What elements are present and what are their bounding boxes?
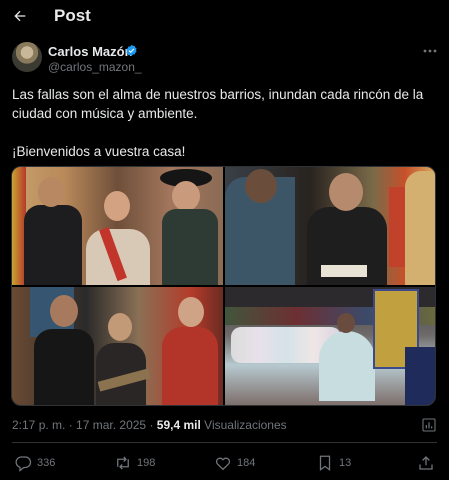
reply-count: 336	[37, 457, 56, 469]
post-date[interactable]: 17 mar. 2025	[76, 418, 146, 432]
divider	[12, 442, 437, 443]
tweet-text: Las fallas son el alma de nuestros barri…	[12, 85, 437, 161]
repost-button[interactable]: 198	[114, 452, 155, 474]
share-icon	[419, 456, 433, 470]
avatar[interactable]	[12, 42, 42, 72]
bookmark-button[interactable]: 13	[316, 452, 351, 474]
views-count: 59,4 mil	[156, 418, 201, 432]
top-bar: Post	[0, 0, 449, 32]
meta-separator: ·	[65, 418, 77, 432]
post-time[interactable]: 2:17 p. m.	[12, 418, 65, 432]
bookmark-count: 13	[339, 457, 352, 469]
back-button[interactable]	[10, 6, 30, 26]
action-bar: 336 198 184 13	[0, 452, 449, 474]
page-title: Post	[54, 6, 91, 25]
more-horizontal-icon	[423, 49, 437, 53]
repost-icon	[117, 456, 129, 470]
post-meta: 2:17 p. m. · 17 mar. 2025 · 59,4 mil Vis…	[12, 418, 287, 432]
tweet-paragraph: Las fallas son el alma de nuestros barri…	[12, 87, 424, 121]
reply-icon	[15, 456, 32, 472]
author-handle[interactable]: @carlos_mazon_	[48, 60, 142, 74]
like-button[interactable]: 184	[214, 452, 255, 474]
analytics-icon[interactable]	[421, 417, 437, 433]
verified-badge-icon	[126, 44, 137, 57]
reply-button[interactable]: 336	[14, 452, 55, 474]
media-grid	[11, 166, 436, 406]
author-name[interactable]: Carlos Mazón	[48, 44, 133, 59]
bookmark-icon	[319, 455, 331, 472]
repost-count: 198	[137, 457, 156, 469]
more-options-button[interactable]	[421, 44, 439, 58]
photo-2[interactable]	[225, 167, 435, 285]
tweet-paragraph: ¡Bienvenidos a vuestra casa!	[12, 144, 186, 159]
like-count: 184	[237, 457, 256, 469]
arrow-left-icon	[14, 10, 26, 22]
share-button[interactable]	[417, 452, 435, 474]
views-label: Visualizaciones	[204, 418, 287, 432]
photo-1[interactable]	[12, 167, 223, 285]
heart-icon	[215, 457, 231, 471]
photo-4[interactable]	[225, 287, 435, 405]
meta-separator: ·	[146, 418, 157, 432]
photo-3[interactable]	[12, 287, 223, 405]
